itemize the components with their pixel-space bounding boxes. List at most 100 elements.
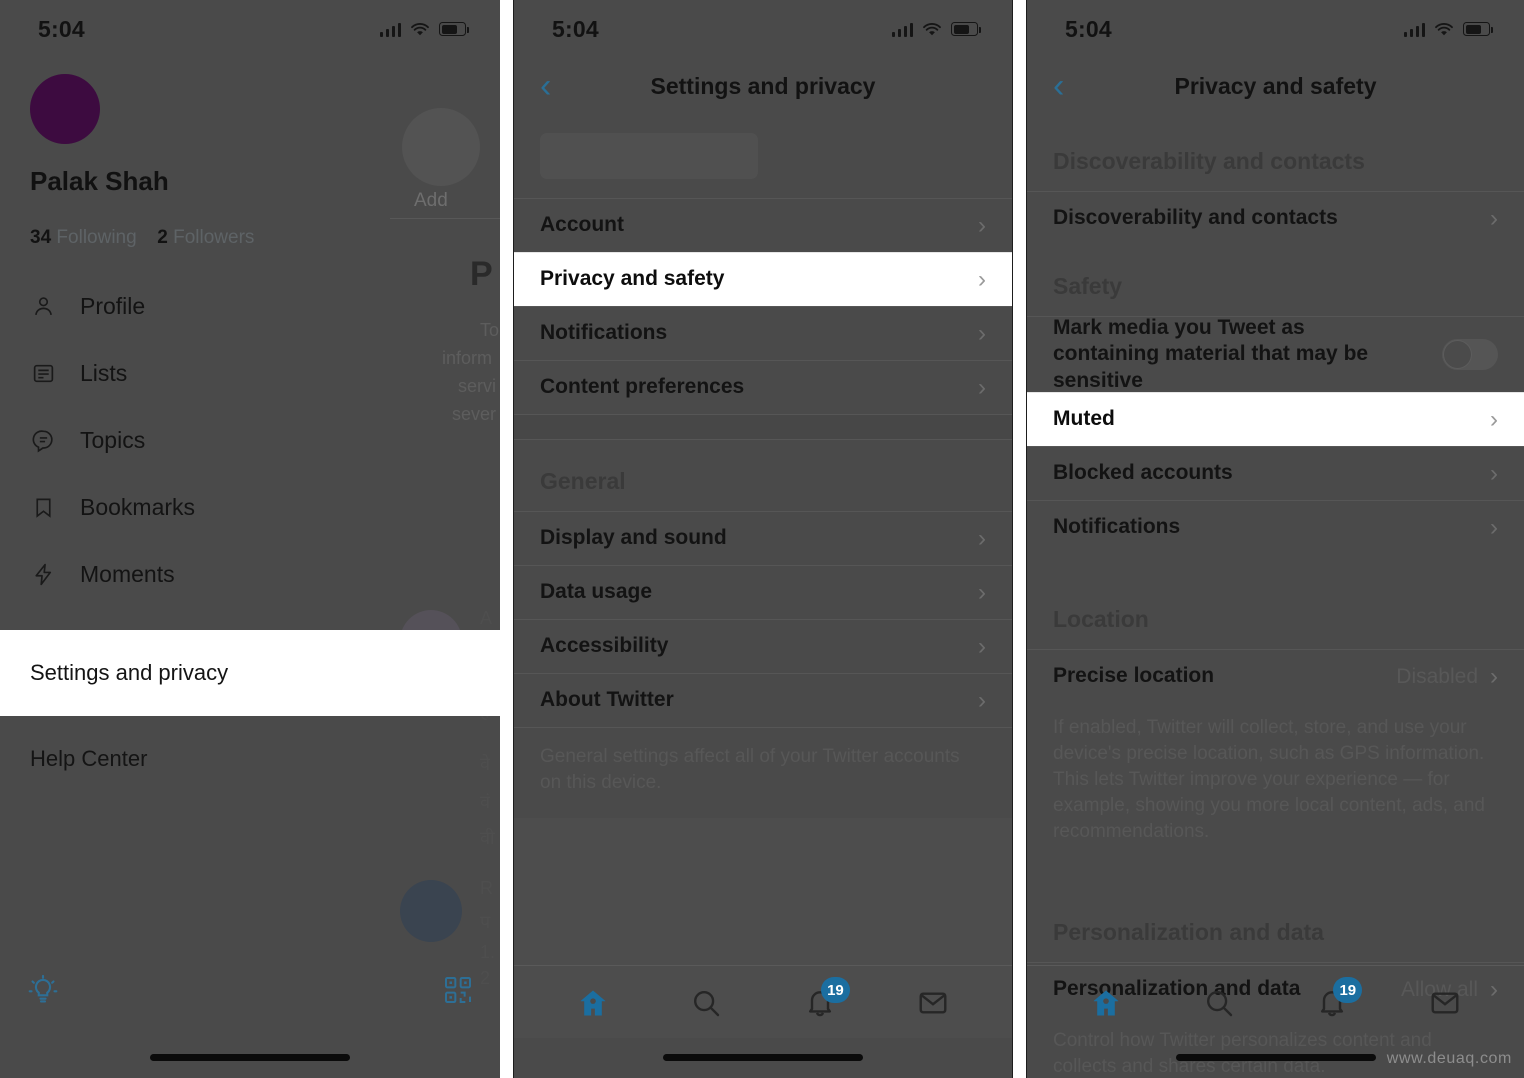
sidebar-item-settings-and-privacy[interactable]: Settings and privacy <box>0 630 500 716</box>
chevron-left-icon[interactable]: ‹ <box>1053 69 1064 103</box>
row-label: About Twitter <box>540 688 674 712</box>
privacy-scroll-area[interactable]: Discoverability and contacts Discoverabi… <box>1027 114 1524 1078</box>
notifications-tab[interactable]: 19 <box>792 975 850 1031</box>
chevron-right-icon: › <box>978 578 986 606</box>
page-title: Settings and privacy <box>650 72 876 99</box>
status-bar: 5:04 <box>0 0 500 58</box>
sidebar-item-label: Lists <box>80 360 128 386</box>
chevron-right-icon: › <box>1490 204 1498 232</box>
add-account-label: Add <box>414 190 448 211</box>
privacy-row-mark-sensitive-media[interactable]: Mark media you Tweet as containing mater… <box>1027 316 1524 392</box>
lightbulb-icon[interactable] <box>26 974 60 1013</box>
status-time: 5:04 <box>38 15 85 42</box>
search-input[interactable] <box>540 133 758 179</box>
peek-divider <box>390 218 500 219</box>
section-header-discoverability: Discoverability and contacts <box>1053 148 1365 174</box>
settings-row-display-and-sound[interactable]: Display and sound › <box>514 511 1012 565</box>
peek-body-2: inform <box>442 348 493 368</box>
messages-tab[interactable] <box>1417 975 1473 1031</box>
privacy-row-blocked-accounts[interactable]: Blocked accounts › <box>1027 446 1524 500</box>
wifi-icon <box>1434 22 1454 37</box>
sidebar-item-label: Help Center <box>30 746 148 771</box>
row-label: Discoverability and contacts <box>1053 206 1338 230</box>
row-label: Display and sound <box>540 526 727 550</box>
row-label: Accessibility <box>540 634 669 658</box>
sidebar-item-label: Settings and privacy <box>30 660 229 685</box>
following-count[interactable]: 34 <box>30 227 51 248</box>
privacy-row-muted[interactable]: Muted › <box>1027 392 1524 446</box>
battery-icon <box>951 22 981 36</box>
chevron-right-icon: › <box>978 632 986 660</box>
home-indicator <box>1175 1054 1376 1061</box>
drawer-lower-section: Settings and privacy Help Center <box>0 630 500 802</box>
chevron-right-icon: › <box>1490 513 1498 541</box>
row-label: Mark media you Tweet as containing mater… <box>1053 316 1369 392</box>
status-bar: 5:04 <box>1027 0 1524 58</box>
chevron-right-icon: › <box>978 686 986 714</box>
status-time: 5:04 <box>552 15 599 42</box>
wifi-icon <box>922 22 942 37</box>
row-label: Privacy and safety <box>540 267 725 291</box>
status-time: 5:04 <box>1065 15 1112 42</box>
search-tab[interactable] <box>1191 975 1247 1031</box>
chevron-right-icon: › <box>1490 459 1498 487</box>
notification-badge: 19 <box>821 977 850 1003</box>
list-icon <box>30 361 56 387</box>
peek-body-3: servi <box>458 376 497 396</box>
settings-row-account[interactable]: Account › <box>514 198 1012 252</box>
watermark: www.deuaq.com <box>1386 1050 1512 1067</box>
chevron-left-icon[interactable]: ‹ <box>540 69 551 103</box>
followers-count[interactable]: 2 <box>157 227 168 248</box>
sensitive-media-toggle[interactable] <box>1442 339 1498 370</box>
search-input-shell[interactable] <box>514 114 1012 198</box>
phone-panel-drawer: Add P To inform servi sever A अ ह वे वं … <box>0 0 500 1078</box>
chevron-right-icon: › <box>978 319 986 347</box>
wifi-icon <box>410 22 430 37</box>
search-tab[interactable] <box>678 975 734 1031</box>
notification-badge: 19 <box>1333 977 1363 1003</box>
status-icons <box>1403 22 1493 37</box>
add-account-avatar <box>402 108 480 186</box>
settings-row-privacy-and-safety[interactable]: Privacy and safety › <box>514 252 1012 306</box>
avatar[interactable] <box>30 74 100 144</box>
sidebar-item-label: Topics <box>80 427 146 453</box>
privacy-row-notifications[interactable]: Notifications › <box>1027 500 1524 554</box>
battery-icon <box>439 22 469 36</box>
sidebar-item-label: Bookmarks <box>80 494 196 520</box>
following-label[interactable]: Following <box>56 227 136 248</box>
qr-code-icon[interactable] <box>442 974 474 1011</box>
sidebar-item-label: Profile <box>80 293 146 319</box>
sidebar-item-help-center[interactable]: Help Center <box>0 716 500 802</box>
notifications-tab[interactable]: 19 <box>1304 975 1363 1031</box>
section-header-safety: Safety <box>1053 273 1123 299</box>
section-header-location: Location <box>1053 606 1149 632</box>
settings-row-notifications[interactable]: Notifications › <box>514 306 1012 360</box>
settings-scroll-area[interactable]: Account › Privacy and safety › Notificat… <box>514 114 1012 1039</box>
peek-body-4: sever <box>452 404 497 424</box>
privacy-row-precise-location[interactable]: Precise location Disabled › <box>1027 649 1524 703</box>
sidebar-item-label: Moments <box>80 561 175 587</box>
row-label: Notifications <box>1053 515 1181 539</box>
chevron-right-icon: › <box>978 373 986 401</box>
status-bar: 5:04 <box>514 0 1012 58</box>
row-label: Account <box>540 213 624 237</box>
chevron-right-icon: › <box>978 524 986 552</box>
row-label: Muted <box>1053 407 1115 431</box>
row-label: Blocked accounts <box>1053 461 1233 485</box>
home-tab[interactable] <box>1078 975 1134 1031</box>
location-note: If enabled, Twitter will collect, store,… <box>1053 717 1485 843</box>
person-icon <box>30 294 56 320</box>
privacy-row-discoverability-and-contacts[interactable]: Discoverability and contacts › <box>1027 191 1524 245</box>
peek-body-1: To <box>480 320 500 340</box>
settings-row-content-preferences[interactable]: Content preferences › <box>514 360 1012 414</box>
settings-row-about-twitter[interactable]: About Twitter › <box>514 673 1012 727</box>
home-tab[interactable] <box>565 975 621 1031</box>
settings-row-data-usage[interactable]: Data usage › <box>514 565 1012 619</box>
followers-label[interactable]: Followers <box>173 227 254 248</box>
messages-tab[interactable] <box>905 975 961 1031</box>
screenshot-stage: Add P To inform servi sever A अ ह वे वं … <box>0 0 1524 1078</box>
settings-row-accessibility[interactable]: Accessibility › <box>514 619 1012 673</box>
row-label: Precise location <box>1053 664 1215 688</box>
peek-tweet-name-2: R <box>480 878 493 898</box>
background-timeline-peek: Add P To inform servi sever A अ ह वे वं … <box>380 0 500 1078</box>
